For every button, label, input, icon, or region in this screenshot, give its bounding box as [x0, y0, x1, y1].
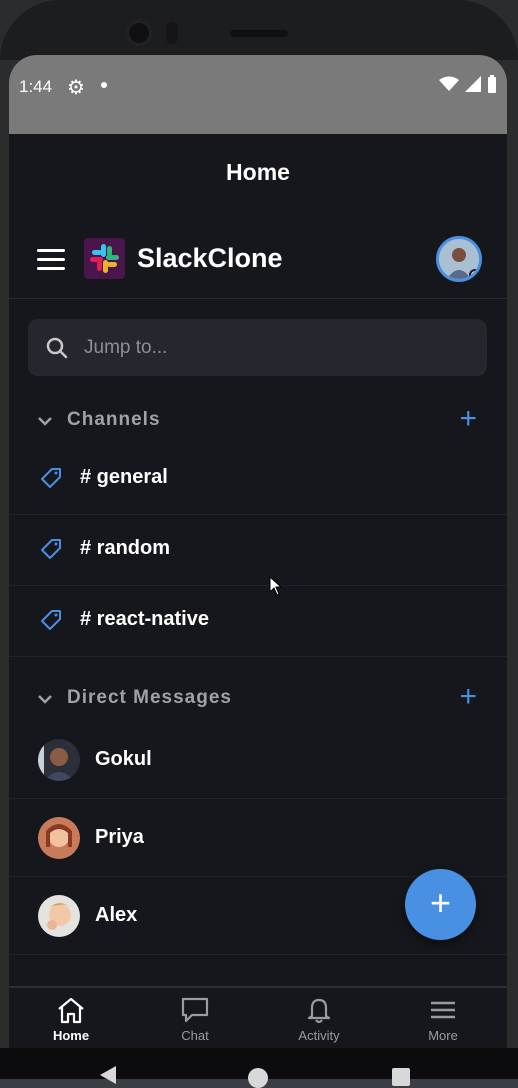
mouse-cursor-icon [269, 576, 283, 596]
signal-icon [465, 76, 481, 92]
app-screen: 1:44 ⚙ Home SlackClone Jump to... Channe… [9, 55, 507, 1055]
chevron-down-icon[interactable] [37, 413, 53, 429]
new-message-fab-button[interactable]: + [405, 869, 476, 940]
phone-bezel [0, 0, 518, 60]
add-direct-message-button[interactable]: + [459, 682, 477, 712]
tab-more[interactable]: More [381, 996, 505, 1043]
back-button[interactable] [100, 1066, 116, 1084]
chat-icon [181, 997, 209, 1023]
tab-label: More [428, 1028, 458, 1043]
status-bar: 1:44 ⚙ [9, 55, 507, 134]
presence-badge [469, 269, 479, 279]
jump-to-search-input[interactable]: Jump to... [28, 319, 487, 376]
settings-gear-icon: ⚙ [67, 77, 85, 99]
tab-label: Activity [298, 1028, 340, 1043]
dm-item-priya[interactable]: Priya [9, 799, 507, 877]
app-brand-name: SlackClone [137, 243, 283, 273]
notification-dot-icon [101, 82, 107, 88]
direct-messages-section-header[interactable]: Direct Messages + [9, 681, 507, 721]
avatar [38, 739, 80, 781]
recents-button[interactable] [392, 1068, 410, 1086]
channel-name: # react-native [80, 608, 209, 630]
dm-user-name: Alex [95, 904, 138, 926]
home-icon [58, 997, 84, 1024]
status-icons [439, 75, 497, 93]
dm-user-name: Priya [95, 826, 144, 848]
phone-device: 1:44 ⚙ Home SlackClone Jump to... Channe… [0, 0, 518, 1088]
slack-logo-icon [84, 238, 125, 279]
page-title: Home [226, 159, 290, 185]
tag-icon [41, 539, 61, 559]
channels-section-label: Channels [67, 409, 161, 430]
channel-item-random[interactable]: # random [9, 515, 507, 586]
front-camera [126, 20, 152, 46]
user-avatar[interactable] [436, 236, 482, 282]
battery-icon [488, 75, 496, 93]
hamburger-menu-icon[interactable] [37, 249, 65, 271]
dm-item-gokul[interactable]: Gokul [9, 721, 507, 799]
tab-home[interactable]: Home [9, 996, 133, 1043]
tab-activity[interactable]: Activity [257, 996, 381, 1043]
search-icon [46, 337, 68, 359]
avatar [38, 817, 80, 859]
dm-user-name: Gokul [95, 748, 152, 770]
channel-name: # random [80, 537, 171, 559]
channel-item-general[interactable]: # general [9, 444, 507, 515]
channel-item-react-native[interactable]: # react-native [9, 586, 507, 657]
tab-chat[interactable]: Chat [133, 996, 257, 1043]
proximity-sensor [166, 22, 178, 44]
tab-label: Home [52, 1028, 90, 1043]
wifi-icon [439, 76, 459, 91]
system-navigation-bar [0, 1048, 518, 1088]
search-placeholder: Jump to... [84, 337, 168, 358]
bell-icon [307, 998, 331, 1024]
menu-icon [431, 1001, 455, 1019]
bottom-tab-bar: Home Chat Activity More [9, 986, 507, 1055]
app-bar: SlackClone [9, 223, 507, 299]
avatar [38, 895, 80, 937]
earpiece-speaker [230, 30, 288, 37]
channel-name: # general [80, 466, 168, 488]
tab-label: Chat [181, 1028, 209, 1043]
tag-icon [41, 468, 61, 488]
channels-section-header[interactable]: Channels + [9, 403, 507, 443]
status-time: 1:44 [19, 77, 53, 96]
direct-messages-section-label: Direct Messages [67, 687, 232, 708]
add-channel-button[interactable]: + [459, 404, 477, 434]
chevron-down-icon[interactable] [37, 691, 53, 707]
tag-icon [41, 610, 61, 630]
home-button[interactable] [248, 1068, 268, 1088]
